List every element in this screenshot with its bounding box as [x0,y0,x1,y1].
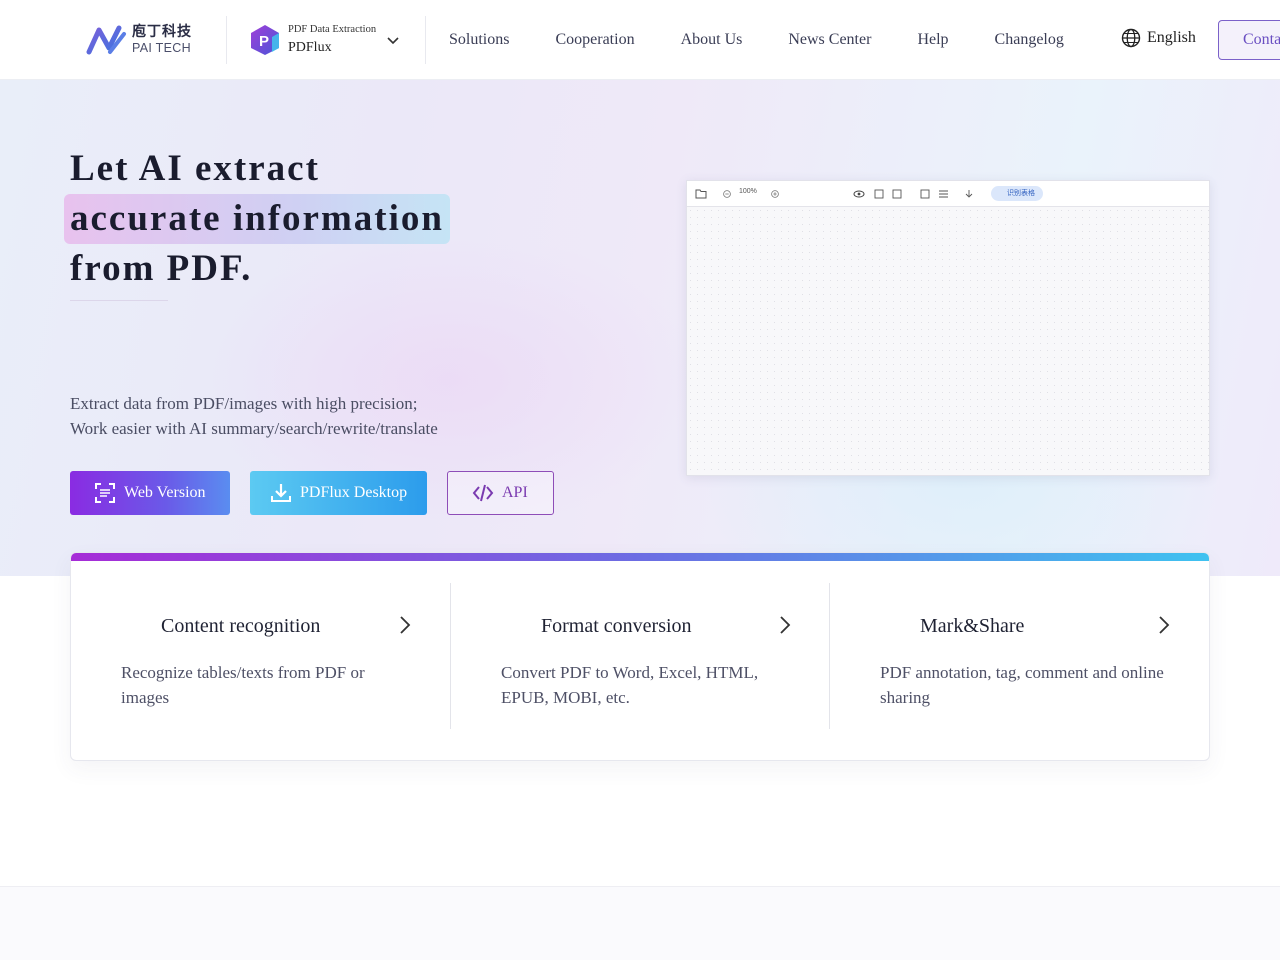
preview-zoom-level: 100% [739,188,757,195]
zoom-out-icon [723,190,731,198]
menu-item-solutions[interactable]: Solutions [449,31,509,49]
nav-divider [226,16,227,64]
feature-format-conversion[interactable]: Format conversion Convert PDF to Word, E… [451,561,830,760]
product-switcher[interactable]: P PDF Data Extraction PDFlux [250,24,400,56]
folder-icon [695,189,707,199]
preview-document-area [687,207,1209,475]
top-navbar: 庖丁科技 PAI TECH P PDF Data Extraction PDFl… [0,0,1280,80]
main-menu: Solutions Cooperation About Us News Cent… [449,0,1110,79]
preview-toolbar: 100% 识别表格 [687,181,1209,207]
contact-button[interactable]: Contact [1218,20,1280,60]
pdflux-app-icon: P [251,25,279,55]
hero-title: Let AI extract accurate information from… [64,144,450,294]
menu-item-changelog[interactable]: Changelog [995,31,1064,49]
feature-title: Mark&Share [920,615,1025,637]
next-section [0,886,1280,960]
zoom-in-icon [771,190,779,198]
hero-desc-line1: Extract data from PDF/images with high p… [70,394,418,413]
menu-item-news-center[interactable]: News Center [788,31,871,49]
api-label: API [502,484,528,501]
web-version-label: Web Version [124,484,206,501]
language-label: English [1147,29,1196,46]
globe-icon [1121,28,1141,48]
card-gradient-bar [71,553,1209,561]
hero-desc-line2: Work easier with AI summary/search/rewri… [70,419,438,438]
code-icon [472,484,494,502]
download-icon [271,484,291,502]
chevron-right-icon[interactable] [1156,614,1172,636]
paitech-logo-icon [86,25,126,55]
menu-item-cooperation[interactable]: Cooperation [555,31,634,49]
hero-title-line3: from PDF. [70,248,253,289]
hero-description: Extract data from PDF/images with high p… [70,391,438,441]
feature-content-recognition[interactable]: Content recognition Recognize tables/tex… [71,561,451,760]
menu-item-help[interactable]: Help [917,31,948,49]
product-subtitle: PDF Data Extraction [288,23,377,35]
scan-icon [95,483,115,503]
desktop-download-button[interactable]: PDFlux Desktop [250,471,427,515]
product-icon-letter: P [259,33,269,50]
brand-logo[interactable]: 庖丁科技 PAI TECH [86,22,192,58]
preview-recognize-badge: 识别表格 [991,186,1043,201]
hero-title-highlight: accurate information [64,194,450,244]
chevron-down-icon [387,37,399,45]
language-selector[interactable]: English [1121,28,1196,48]
desktop-download-label: PDFlux Desktop [300,484,408,501]
feature-desc: Recognize tables/texts from PDF or image… [121,663,365,707]
nav-divider [425,16,426,64]
feature-title: Content recognition [161,615,321,637]
chevron-right-icon[interactable] [777,614,793,636]
title-underline [70,300,168,301]
feature-desc: Convert PDF to Word, Excel, HTML, EPUB, … [501,663,759,707]
feature-desc: PDF annotation, tag, comment and online … [880,663,1164,707]
api-button[interactable]: API [447,471,554,515]
web-version-button[interactable]: Web Version [70,471,230,515]
app-preview-screenshot: 100% 识别表格 [686,180,1210,476]
feature-mark-share[interactable]: Mark&Share PDF annotation, tag, comment … [830,561,1209,760]
menu-item-about-us[interactable]: About Us [681,31,743,49]
hero-section: Let AI extract accurate information from… [0,80,1280,576]
product-name: PDFlux [288,40,332,56]
chevron-right-icon[interactable] [397,614,413,636]
logo-en-text: PAI TECH [132,41,191,56]
logo-cn-text: 庖丁科技 [132,24,192,41]
hero-title-line1: Let AI extract [70,148,320,189]
feature-title: Format conversion [541,615,692,637]
features-card: Content recognition Recognize tables/tex… [70,552,1210,761]
